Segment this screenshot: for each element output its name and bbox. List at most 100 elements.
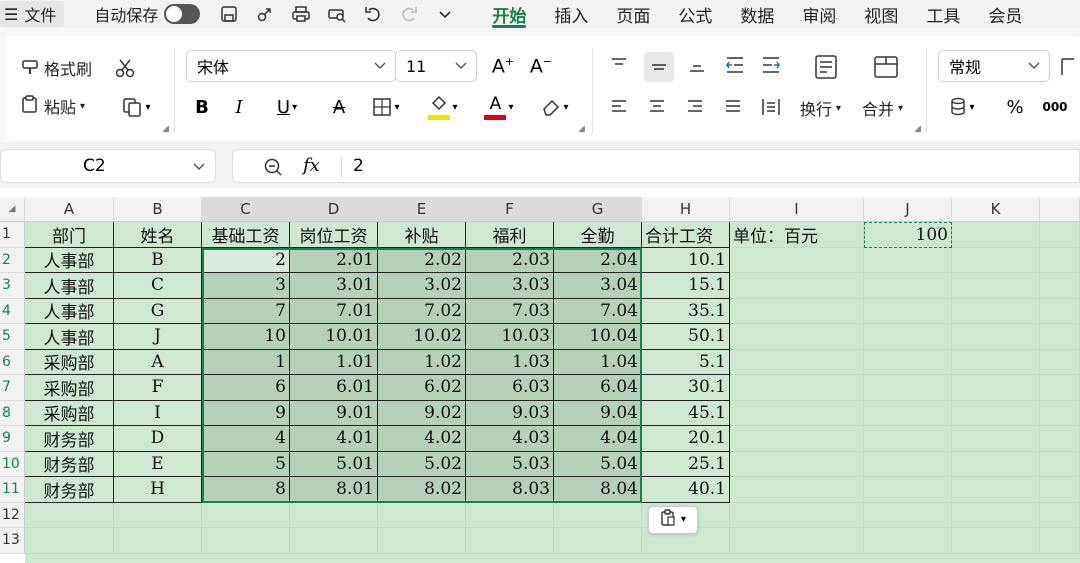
zoom-formula-icon[interactable] (263, 157, 283, 182)
table-cell[interactable]: 3.04 (554, 273, 642, 299)
grid-cell[interactable] (466, 502, 554, 528)
column-header-H[interactable]: H (642, 197, 730, 222)
grid-cell[interactable] (202, 502, 290, 528)
table-cell[interactable]: 5.02 (378, 451, 466, 477)
table-cell[interactable]: 9 (202, 400, 290, 426)
fill-color-button[interactable]: ▾ (422, 92, 464, 122)
grid-cell[interactable] (952, 222, 1040, 248)
grid-cell[interactable] (554, 528, 642, 554)
grid-cell[interactable] (290, 502, 378, 528)
table-cell[interactable]: D (114, 426, 202, 452)
table-cell[interactable]: 财务部 (25, 426, 114, 452)
table-cell[interactable]: 10 (202, 324, 290, 350)
font-color-button[interactable]: A ▾ (478, 92, 520, 122)
merge-cells-icon[interactable] (870, 51, 902, 83)
grid-cell[interactable] (952, 502, 1040, 528)
table-cell[interactable]: F (114, 375, 202, 401)
number-format-more-icon[interactable] (1058, 54, 1078, 80)
grid-cell[interactable] (952, 273, 1040, 299)
table-cell[interactable]: 2.04 (554, 247, 642, 273)
grid-cell[interactable] (952, 528, 1040, 554)
grid-cell[interactable] (730, 528, 864, 554)
header-cell[interactable]: 部门 (25, 222, 114, 248)
row-header-9[interactable]: 9 (0, 426, 25, 452)
bold-icon[interactable]: B (189, 94, 215, 120)
table-cell[interactable]: 10.02 (378, 324, 466, 350)
align-left-icon[interactable] (606, 94, 632, 120)
row-header-8[interactable]: 8 (0, 400, 25, 426)
table-cell[interactable]: 5 (202, 451, 290, 477)
dialog-launcher-icon[interactable]: ◢ (578, 124, 585, 134)
table-cell[interactable]: 财务部 (25, 451, 114, 477)
column-header-G[interactable]: G (554, 197, 642, 222)
column-header-D[interactable]: D (290, 197, 378, 222)
total-cell[interactable]: 25.1 (642, 451, 730, 477)
grid-cell[interactable] (466, 528, 554, 554)
wrap-button[interactable]: 换行 ▾ (800, 96, 841, 120)
row-header-4[interactable]: 4 (0, 298, 25, 324)
total-cell[interactable]: 5.1 (642, 349, 730, 375)
table-cell[interactable]: 财务部 (25, 477, 114, 503)
grid-cell[interactable] (952, 375, 1040, 401)
clear-button[interactable]: ▾ (534, 94, 576, 120)
underline-button[interactable]: U ▾ (268, 94, 306, 120)
grid-cell[interactable] (864, 477, 952, 503)
grid-cell[interactable] (730, 273, 864, 299)
header-cell[interactable]: 基础工资 (202, 222, 290, 248)
table-cell[interactable]: 9.03 (466, 400, 554, 426)
strikethrough-icon[interactable]: A (326, 94, 352, 120)
table-cell[interactable]: 3 (202, 273, 290, 299)
table-cell[interactable]: 4.01 (290, 426, 378, 452)
row-header-10[interactable]: 10 (0, 451, 25, 477)
table-cell[interactable]: 8.04 (554, 477, 642, 503)
paste-button[interactable]: 粘贴 ▾ (20, 94, 85, 118)
row-header-12[interactable]: 12 (0, 502, 25, 528)
tab-member[interactable]: 会员 (974, 0, 1036, 28)
row-header-13[interactable]: 13 (0, 528, 25, 554)
align-right-icon[interactable] (682, 94, 708, 120)
more-chevron-icon[interactable] (434, 3, 456, 25)
save-icon[interactable] (218, 3, 240, 25)
table-cell[interactable]: 7.03 (466, 298, 554, 324)
paste-options-button[interactable]: ▾ (648, 505, 698, 534)
grid-cell[interactable] (114, 528, 202, 554)
grid-cell[interactable] (1040, 451, 1080, 477)
table-cell[interactable]: E (114, 451, 202, 477)
print-preview-icon[interactable] (326, 3, 348, 25)
export-icon[interactable] (254, 3, 276, 25)
header-cell[interactable]: 姓名 (114, 222, 202, 248)
column-header-F[interactable]: F (466, 197, 554, 222)
table-cell[interactable]: 采购部 (25, 375, 114, 401)
table-cell[interactable]: 8.02 (378, 477, 466, 503)
grid-cell[interactable] (952, 324, 1040, 350)
grid-cell[interactable] (730, 298, 864, 324)
table-cell[interactable]: 4.04 (554, 426, 642, 452)
increase-indent-icon[interactable] (758, 52, 784, 78)
grid-cell[interactable] (1040, 222, 1080, 248)
row-header-11[interactable]: 11 (0, 477, 25, 503)
dialog-launcher-icon[interactable]: ◢ (162, 124, 169, 134)
table-cell[interactable]: 2.02 (378, 247, 466, 273)
column-header-A[interactable]: A (25, 197, 114, 222)
header-cell[interactable]: 合计工资 (642, 222, 730, 248)
copy-button[interactable]: ▾ (116, 94, 156, 120)
grid-cell[interactable] (952, 298, 1040, 324)
table-cell[interactable]: 6.02 (378, 375, 466, 401)
column-header-E[interactable]: E (378, 197, 466, 222)
grid-cell[interactable] (864, 400, 952, 426)
align-middle-icon[interactable] (644, 52, 674, 82)
tab-review[interactable]: 审阅 (788, 0, 850, 28)
tab-insert[interactable]: 插入 (540, 0, 602, 28)
grid-cell[interactable] (730, 324, 864, 350)
row-header-1[interactable]: 1 (0, 222, 25, 248)
row-header-3[interactable]: 3 (0, 273, 25, 299)
header-cell[interactable]: 补贴 (378, 222, 466, 248)
table-cell[interactable]: 8 (202, 477, 290, 503)
fx-label[interactable]: fx (303, 155, 320, 176)
grid-cell[interactable] (864, 528, 952, 554)
table-cell[interactable]: 5.03 (466, 451, 554, 477)
table-cell[interactable]: 1.03 (466, 349, 554, 375)
grid-cell[interactable] (952, 349, 1040, 375)
table-cell[interactable]: 6.04 (554, 375, 642, 401)
grid-cell[interactable] (864, 273, 952, 299)
